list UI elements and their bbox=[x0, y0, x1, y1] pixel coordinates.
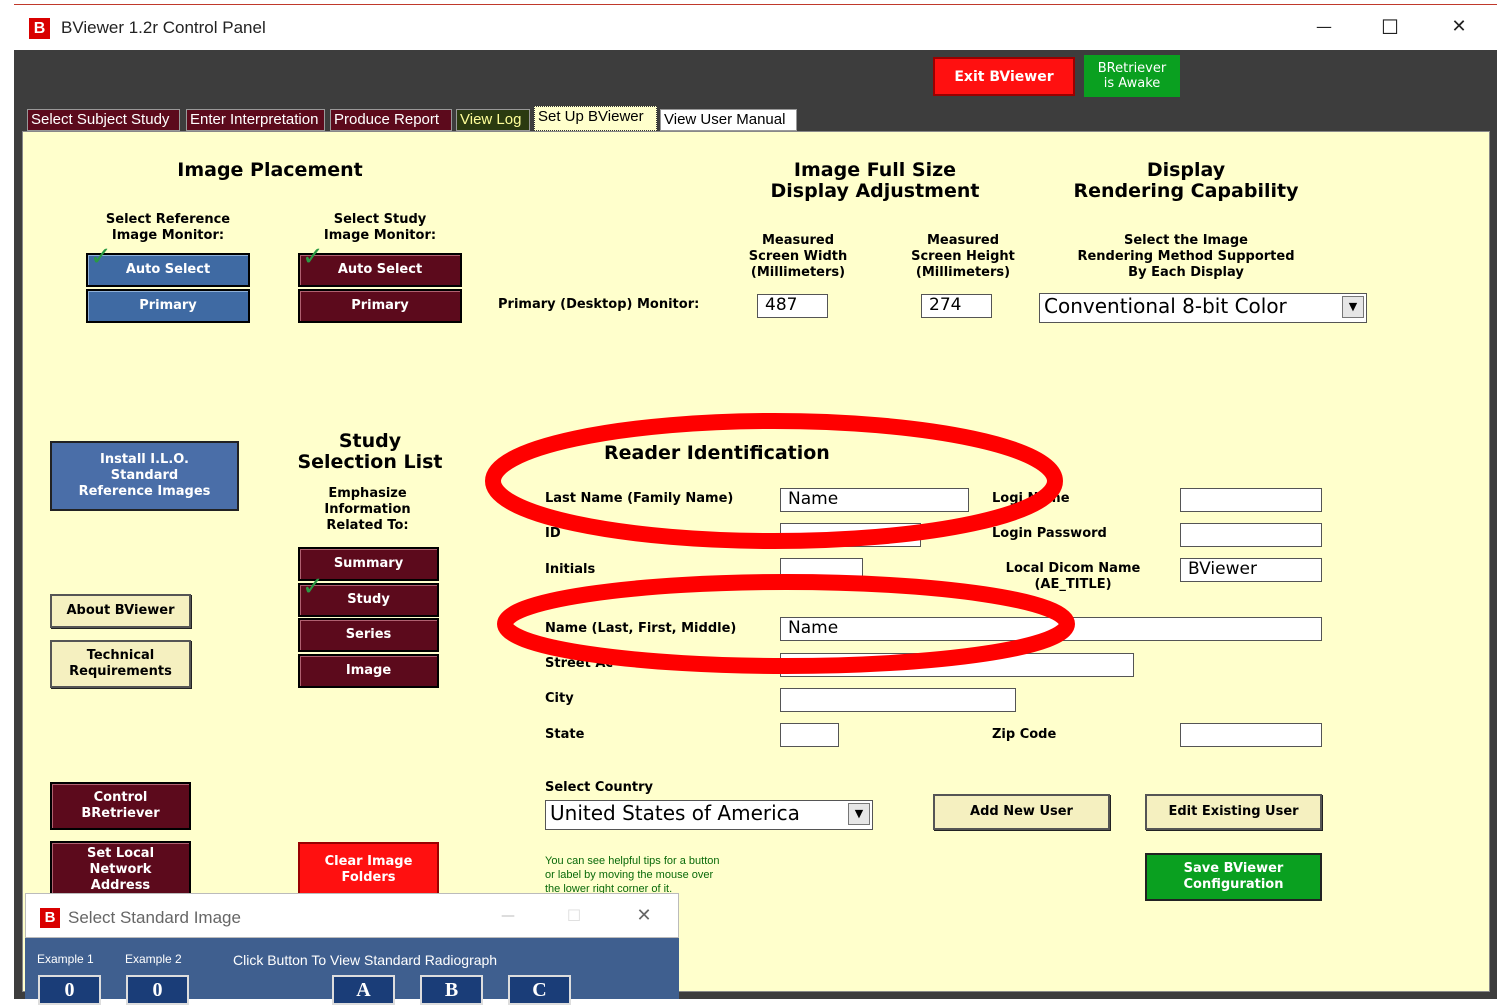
maximize-icon[interactable]: ☐ bbox=[558, 902, 590, 930]
annotation-ellipse bbox=[485, 413, 1063, 549]
standard-b-button[interactable]: B bbox=[420, 975, 483, 1005]
annotation-ellipse bbox=[497, 574, 1075, 674]
example2-label: Example 2 bbox=[125, 952, 182, 966]
sub-window-title-bar: B Select Standard Image — ☐ ✕ bbox=[25, 893, 679, 938]
annotation-overlay bbox=[485, 413, 1075, 674]
example1-label: Example 1 bbox=[37, 952, 94, 966]
standard-a-button[interactable]: A bbox=[332, 975, 395, 1005]
example2-button[interactable]: 0 bbox=[126, 975, 189, 1005]
sub-window-title: Select Standard Image bbox=[68, 908, 241, 927]
sub-window-instruction: Click Button To View Standard Radiograph bbox=[233, 952, 498, 968]
sub-window-body: Example 1 Example 2 Click Button To View… bbox=[25, 938, 679, 1005]
standard-c-button[interactable]: C bbox=[508, 975, 571, 1005]
app-logo: B bbox=[40, 908, 60, 928]
minimize-icon[interactable]: — bbox=[492, 902, 524, 930]
close-icon[interactable]: ✕ bbox=[628, 902, 660, 930]
example1-button[interactable]: 0 bbox=[38, 975, 101, 1005]
